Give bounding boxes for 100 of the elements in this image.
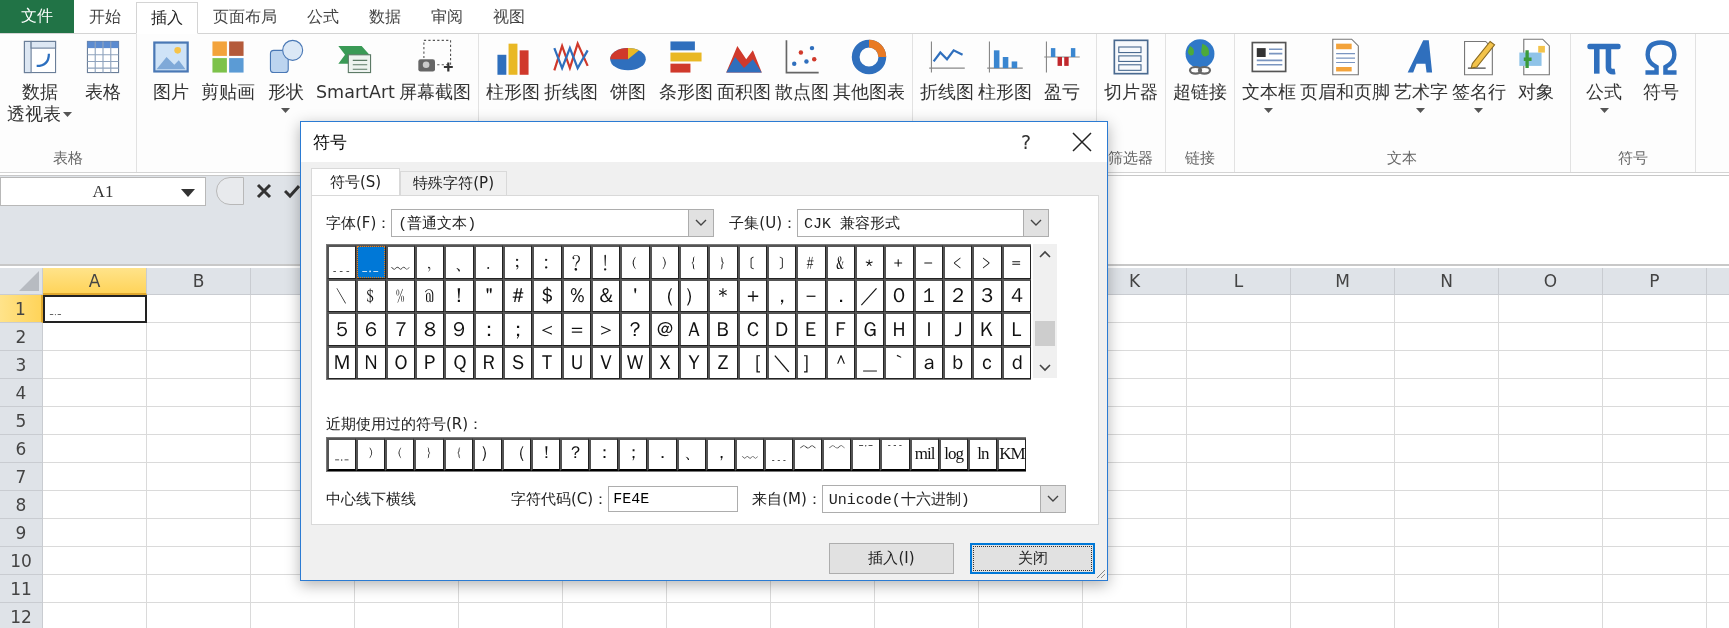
- ribbon-button[interactable]: SmartArt: [314, 34, 397, 103]
- dialog-button[interactable]: 关闭: [970, 543, 1095, 574]
- symbol-cell[interactable]: ９: [444, 312, 474, 346]
- ribbon-tab[interactable]: 视图: [478, 2, 540, 33]
- symbol-cell[interactable]: Ｙ: [679, 345, 709, 379]
- recent-symbol[interactable]: ﹌: [793, 438, 823, 471]
- recent-symbol[interactable]: ﹏: [734, 438, 764, 471]
- row-header[interactable]: 10: [0, 547, 43, 575]
- symbol-cell[interactable]: ８: [415, 312, 445, 346]
- row-header[interactable]: 11: [0, 575, 43, 603]
- symbol-cell[interactable]: ﹔: [503, 245, 533, 279]
- recent-symbol[interactable]: ）: [472, 438, 502, 471]
- ribbon-button[interactable]: 散点图: [772, 34, 831, 103]
- symbol-cell[interactable]: ﹏: [385, 245, 415, 279]
- symbol-cell[interactable]: ﹐: [415, 245, 445, 279]
- symbol-cell[interactable]: Ｂ: [708, 312, 738, 346]
- recent-symbol[interactable]: mil: [909, 438, 939, 471]
- ribbon-button[interactable]: 图片: [142, 34, 199, 103]
- symbol-cell[interactable]: ！: [444, 278, 474, 312]
- symbol-cell[interactable]: Ｗ: [620, 345, 650, 379]
- symbol-cell[interactable]: ﹒: [473, 245, 503, 279]
- symbol-cell[interactable]: ＾: [825, 345, 855, 379]
- symbol-cell[interactable]: ，: [767, 278, 797, 312]
- recent-symbol[interactable]: （: [501, 438, 531, 471]
- symbol-cell[interactable]: ５: [327, 312, 357, 346]
- ribbon-button[interactable]: 折线图: [917, 34, 976, 103]
- symbol-cell[interactable]: ﹢: [884, 245, 914, 279]
- symbol-cell[interactable]: ：: [473, 312, 503, 346]
- ribbon-button[interactable]: 形状: [257, 34, 314, 117]
- symbol-cell[interactable]: Ｇ: [855, 312, 885, 346]
- symbol-cell[interactable]: （: [649, 278, 679, 312]
- ribbon-tab[interactable]: 插入: [136, 2, 198, 34]
- ribbon-button[interactable]: 柱形图: [483, 34, 542, 103]
- symbol-cell[interactable]: ﹦: [1001, 245, 1031, 279]
- symbol-cell[interactable]: ﹠: [825, 245, 855, 279]
- symbol-cell[interactable]: ＃: [503, 278, 533, 312]
- ribbon-button[interactable]: 公式: [1575, 34, 1633, 117]
- recent-symbol[interactable]: ﹉: [880, 438, 910, 471]
- ribbon-button[interactable]: 饼图: [599, 34, 657, 103]
- symbol-cell[interactable]: ＊: [708, 278, 738, 312]
- symbol-cell[interactable]: ．: [825, 278, 855, 312]
- name-box[interactable]: A1: [0, 177, 206, 206]
- symbol-cell[interactable]: Ｖ: [591, 345, 621, 379]
- symbol-cell[interactable]: ﹣: [913, 245, 943, 279]
- ribbon-button[interactable]: 柱形图: [975, 34, 1034, 103]
- dropdown-button[interactable]: [688, 210, 714, 236]
- recent-symbol[interactable]: ﹛: [443, 438, 473, 471]
- symbol-cell[interactable]: ［: [737, 345, 767, 379]
- ribbon-button[interactable]: 数据 透视表: [5, 34, 74, 125]
- scroll-down-icon[interactable]: [1039, 364, 1051, 372]
- ribbon-button[interactable]: 折线图: [541, 34, 600, 103]
- recent-symbol[interactable]: ：: [589, 438, 619, 471]
- symbol-cell[interactable]: ﹛: [679, 245, 709, 279]
- symbol-cell[interactable]: ｀: [884, 345, 914, 379]
- symbol-cell[interactable]: Ｍ: [327, 345, 357, 379]
- symbol-cell[interactable]: ｄ: [1001, 345, 1031, 379]
- symbol-cell[interactable]: ６: [356, 312, 386, 346]
- symbol-cell[interactable]: ａ: [913, 345, 943, 379]
- ribbon-button[interactable]: 盈亏: [1033, 34, 1091, 103]
- symbol-cell[interactable]: ﹖: [561, 245, 591, 279]
- source-dropdown[interactable]: Unicode(十六进制): [821, 485, 1066, 513]
- symbol-cell[interactable]: ﹩: [356, 278, 386, 312]
- symbol-cell[interactable]: ﹞: [767, 245, 797, 279]
- column-header[interactable]: P: [1603, 268, 1707, 295]
- dropdown-button[interactable]: [1023, 210, 1049, 236]
- symbol-cell[interactable]: ＿: [855, 345, 885, 379]
- column-header[interactable]: A: [43, 268, 147, 295]
- symbol-cell[interactable]: Ｆ: [825, 312, 855, 346]
- symbol-cell[interactable]: ﹎: [356, 245, 386, 279]
- symbol-cell[interactable]: ２: [943, 278, 973, 312]
- row-header[interactable]: 8: [0, 491, 43, 519]
- recent-symbol[interactable]: 、: [676, 438, 706, 471]
- symbol-cell[interactable]: ＆: [591, 278, 621, 312]
- symbol-cell[interactable]: Ｃ: [737, 312, 767, 346]
- symbol-cell[interactable]: ﹑: [444, 245, 474, 279]
- symbol-cell[interactable]: ﹚: [649, 245, 679, 279]
- recent-symbol[interactable]: ﹊: [851, 438, 881, 471]
- symbol-cell[interactable]: Ｕ: [561, 345, 591, 379]
- symbol-cell[interactable]: Ａ: [679, 312, 709, 346]
- symbol-cell[interactable]: Ｅ: [796, 312, 826, 346]
- recent-symbol[interactable]: log: [938, 438, 968, 471]
- symbol-cell[interactable]: ｂ: [943, 345, 973, 379]
- symbol-cell[interactable]: １: [913, 278, 943, 312]
- row-header[interactable]: 3: [0, 351, 43, 379]
- symbol-cell[interactable]: ﹜: [708, 245, 738, 279]
- symbol-cell[interactable]: ＋: [737, 278, 767, 312]
- column-header[interactable]: M: [1291, 268, 1395, 295]
- symbol-cell[interactable]: Ｋ: [972, 312, 1002, 346]
- symbol-cell[interactable]: ﹕: [532, 245, 562, 279]
- ribbon-tab[interactable]: 审阅: [416, 2, 478, 33]
- recent-symbol[interactable]: ln: [967, 438, 997, 471]
- recent-symbol[interactable]: ﹚: [356, 438, 386, 471]
- recent-symbol[interactable]: ﹙: [385, 438, 415, 471]
- symbol-cell[interactable]: ﹥: [972, 245, 1002, 279]
- symbol-cell[interactable]: ４: [1001, 278, 1031, 312]
- symbol-cell[interactable]: ﹤: [943, 245, 973, 279]
- dialog-tab[interactable]: 符号(S): [311, 168, 401, 195]
- cancel-icon[interactable]: [256, 183, 272, 199]
- symbol-cell[interactable]: ＠: [649, 312, 679, 346]
- recent-symbol[interactable]: ﹋: [822, 438, 852, 471]
